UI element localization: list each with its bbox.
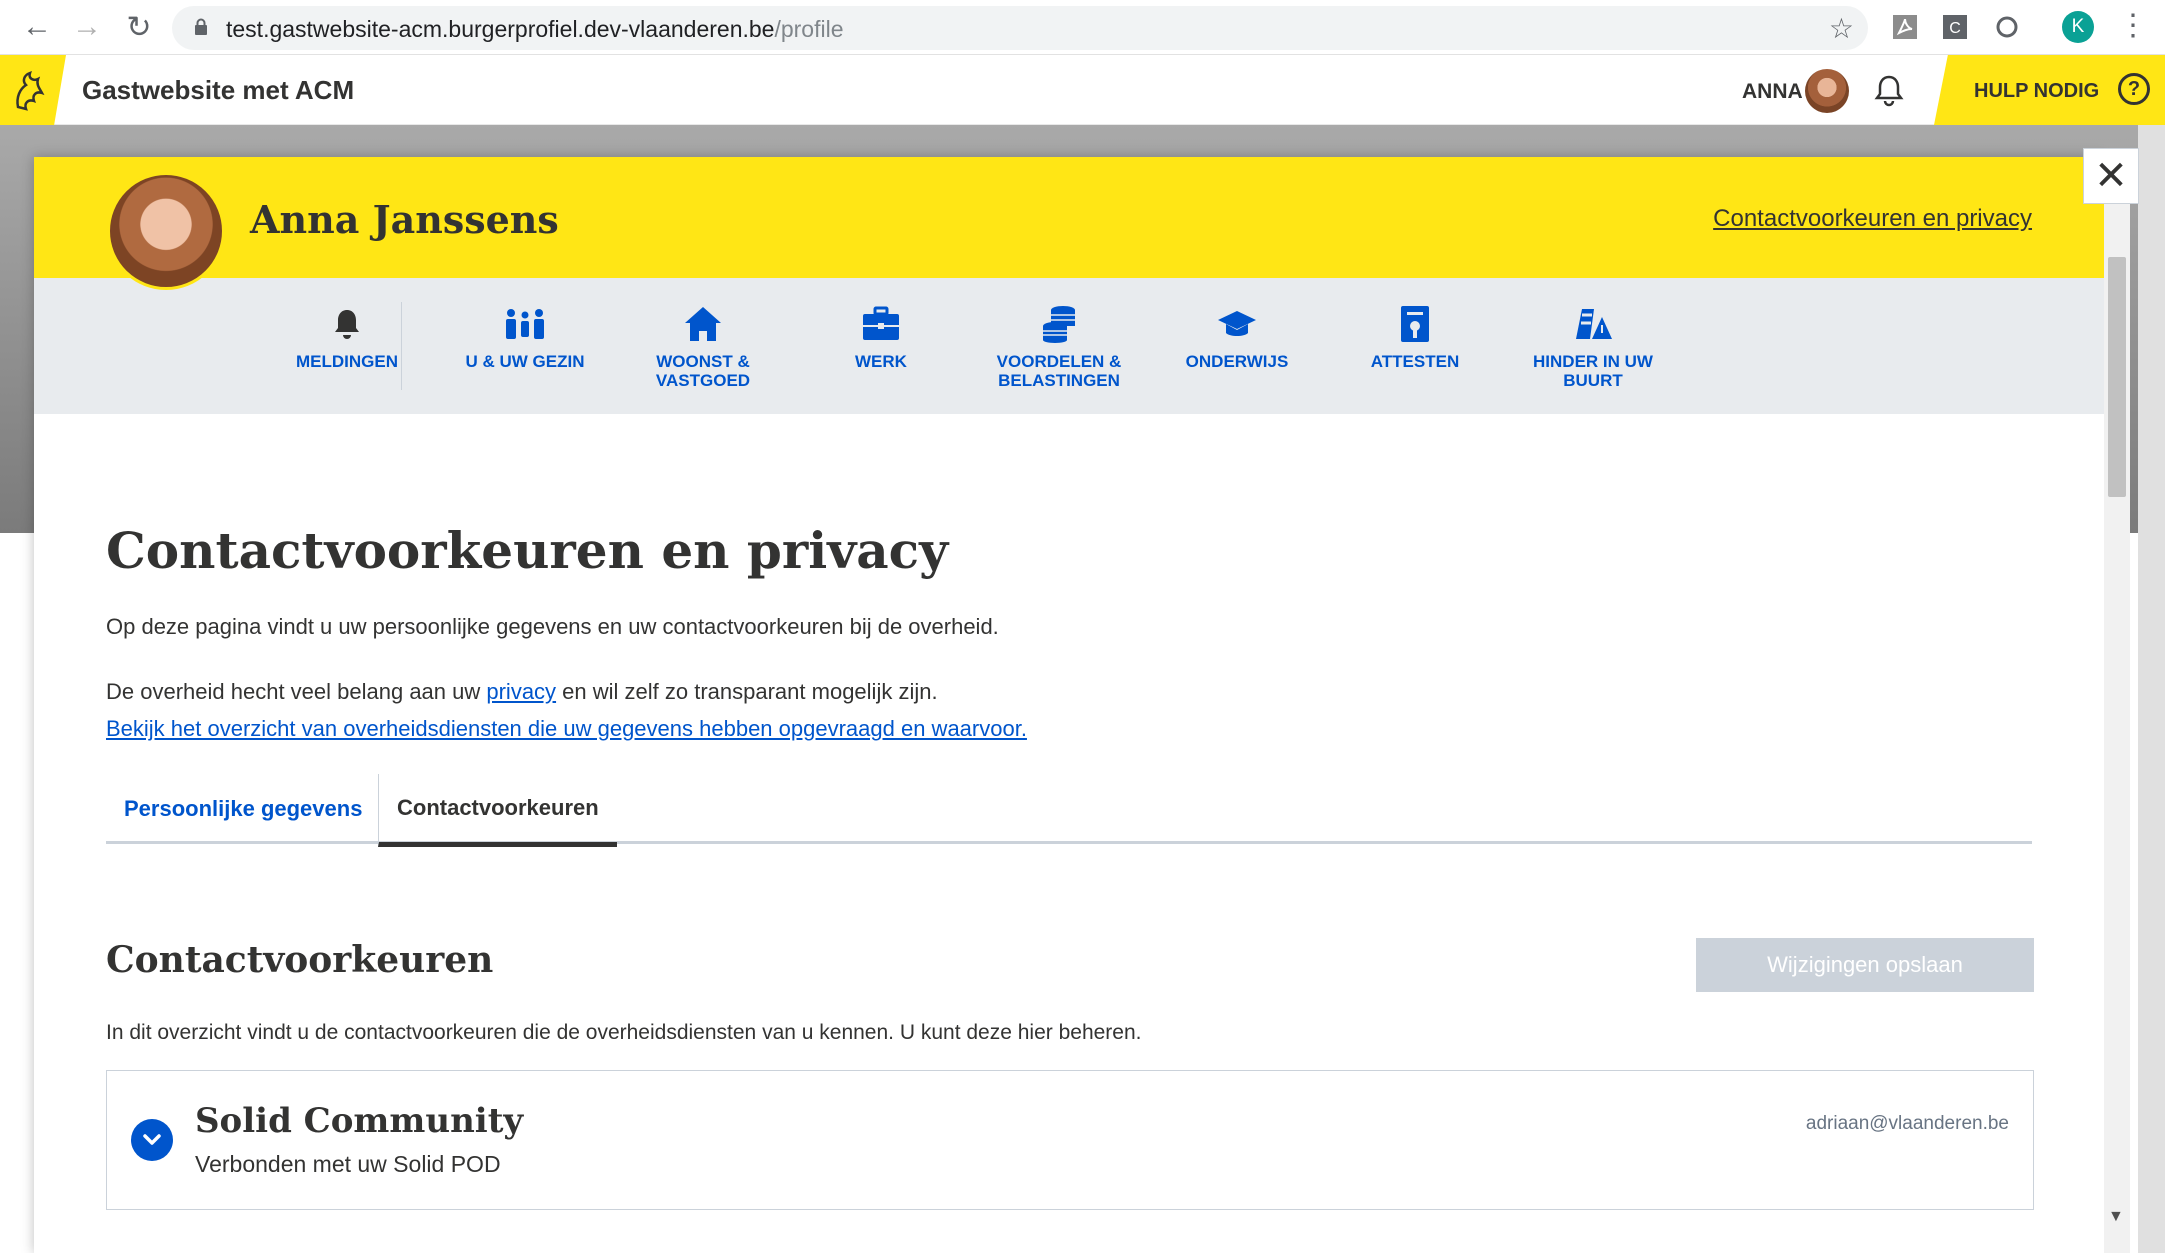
circle-extension-icon[interactable] — [1992, 12, 2022, 42]
browser-profile-avatar[interactable]: K — [2062, 11, 2094, 43]
nav-item-woonst[interactable]: WOONST & VASTGOED — [633, 300, 773, 390]
nav-item-werk[interactable]: WERK — [811, 300, 951, 371]
profile-photo — [107, 172, 225, 290]
bell-icon[interactable] — [1873, 73, 1905, 107]
nav-label: WERK — [855, 352, 907, 371]
site-header: Gastwebsite met ACM ANNA HULP NODIG ? — [0, 55, 2165, 125]
vlaanderen-logo[interactable] — [0, 55, 66, 125]
nav-item-attesten[interactable]: ATTESTEN — [1345, 300, 1485, 371]
tab-contactvoorkeuren[interactable]: Contactvoorkeuren — [378, 774, 617, 847]
graduation-cap-icon — [1218, 311, 1256, 336]
site-title[interactable]: Gastwebsite met ACM — [82, 75, 354, 106]
section-description: In dit overzicht vindt u de contactvoork… — [106, 1021, 1142, 1044]
page-scrollbar[interactable] — [2138, 125, 2165, 1253]
nav-label: WOONST & VASTGOED — [655, 352, 751, 390]
url-text: test.gastwebsite-acm.burgerprofiel.dev-v… — [226, 16, 844, 42]
help-label: HULP NODIG — [1974, 80, 2100, 102]
question-circle-icon: ? — [2118, 73, 2150, 105]
card-title: Solid Community — [195, 1101, 524, 1141]
lock-icon — [195, 18, 207, 35]
nav-label: U & UW GEZIN — [465, 352, 585, 371]
intro-text: Op deze pagina vindt u uw persoonlijke g… — [106, 614, 999, 639]
nav-label: MELDINGEN — [296, 352, 398, 371]
browser-menu-icon[interactable]: ⋮ — [2118, 8, 2148, 43]
nav-item-onderwijs[interactable]: ONDERWIJS — [1167, 300, 1307, 371]
bell-icon — [335, 310, 359, 339]
profile-header: Anna Janssens Contactvoorkeuren en priva… — [34, 157, 2104, 290]
nav-divider — [401, 302, 402, 390]
scrollbar-thumb[interactable] — [2108, 257, 2126, 497]
expand-toggle[interactable] — [131, 1119, 173, 1161]
family-icon — [506, 309, 544, 339]
nav-item-hinder[interactable]: HINDER IN UW BUURT — [1523, 300, 1663, 390]
save-button[interactable]: Wijzigingen opslaan — [1696, 938, 2034, 992]
lion-logo-icon — [16, 71, 45, 111]
nav-item-meldingen[interactable]: MELDINGEN — [277, 300, 417, 371]
nav-label: ATTESTEN — [1370, 352, 1460, 371]
nav-label: HINDER IN UW BUURT — [1533, 352, 1653, 390]
bookmark-star-icon[interactable]: ☆ — [1829, 12, 1854, 45]
card-email: adriaan@vlaanderen.be — [1805, 1113, 2009, 1134]
profile-name: Anna Janssens — [250, 197, 559, 242]
nav-label: ONDERWIJS — [1185, 352, 1289, 371]
tab-bar: Persoonlijke gegevens Contactvoorkeuren — [106, 774, 2032, 847]
panel-scrollbar[interactable] — [2104, 157, 2130, 1253]
roadwork-icon — [1576, 309, 1612, 339]
profile-nav: MELDINGEN U & UW GEZIN WOONST & VASTGOED… — [34, 278, 2104, 414]
close-button[interactable]: ✕ — [2083, 148, 2139, 204]
nav-item-voordelen[interactable]: VOORDELEN & BELASTINGEN — [989, 300, 1129, 390]
nav-item-gezin[interactable]: U & UW GEZIN — [455, 300, 595, 371]
page-title: Contactvoorkeuren en privacy — [106, 521, 949, 580]
help-button[interactable]: HULP NODIG ? — [1934, 55, 2165, 125]
privacy-link[interactable]: privacy — [486, 679, 556, 704]
avatar[interactable] — [1805, 69, 1849, 113]
browser-toolbar: ← → ↻ test.gastwebsite-acm.burgerprofiel… — [0, 0, 2165, 55]
document-icon — [1401, 306, 1429, 342]
section-title: Contactvoorkeuren — [106, 939, 494, 981]
reload-icon[interactable]: ↻ — [122, 10, 156, 44]
scroll-down-arrow-icon[interactable]: ▼ — [2108, 1208, 2124, 1226]
pdf-extension-icon[interactable] — [1890, 12, 1920, 42]
chevron-down-icon — [143, 1134, 161, 1145]
c-extension-icon[interactable]: C — [1940, 12, 1970, 42]
contact-card: Solid Community Verbonden met uw Solid P… — [106, 1070, 2034, 1210]
house-icon — [685, 307, 721, 341]
nav-label: VOORDELEN & BELASTINGEN — [996, 352, 1122, 390]
profile-panel: Anna Janssens Contactvoorkeuren en priva… — [34, 157, 2104, 1253]
card-subtitle: Verbonden met uw Solid POD — [195, 1151, 501, 1177]
overview-link[interactable]: Bekijk het overzicht van overheidsdienst… — [106, 716, 1027, 742]
forward-icon[interactable]: → — [70, 10, 104, 44]
address-bar[interactable]: test.gastwebsite-acm.burgerprofiel.dev-v… — [172, 6, 1868, 50]
user-name[interactable]: ANNA — [1742, 80, 1803, 104]
briefcase-icon — [863, 306, 899, 340]
privacy-text: De overheid hecht veel belang aan uw pri… — [106, 679, 938, 704]
contact-privacy-link[interactable]: Contactvoorkeuren en privacy — [1713, 205, 2032, 233]
coins-icon — [1043, 306, 1075, 343]
tab-persoonlijke-gegevens[interactable]: Persoonlijke gegevens — [106, 774, 380, 844]
svg-text:C: C — [1949, 20, 1961, 37]
back-icon[interactable]: ← — [20, 10, 54, 44]
